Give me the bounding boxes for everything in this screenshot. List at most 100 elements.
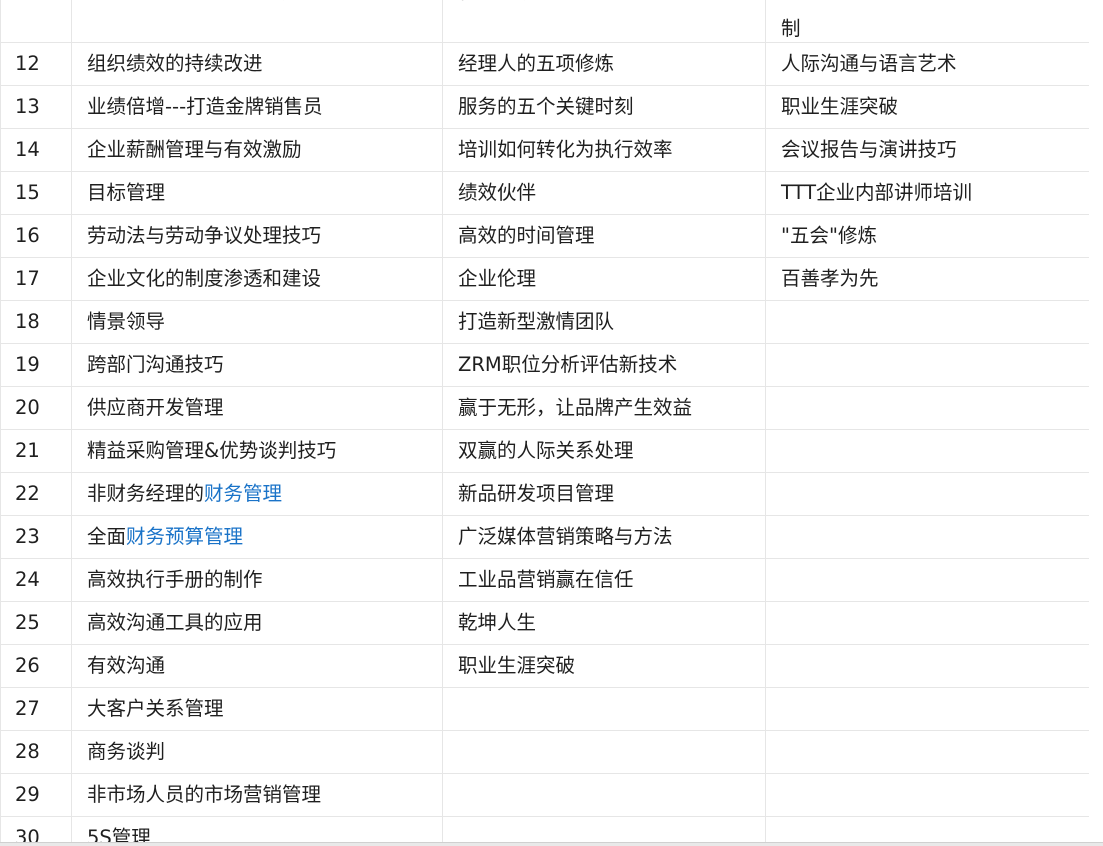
course-cell-col3 (765, 429, 1090, 473)
course-cell-col1: 全面财务预算管理 (71, 515, 443, 559)
course-cell-col2: 打造新型激情团队 (442, 300, 766, 344)
table-row: 12 组织绩效的持续改进 经理人的五项修炼 人际沟通与语言艺术 (0, 42, 1090, 86)
row-number: 13 (0, 85, 72, 129)
table-row: 21 精益采购管理&优势谈判技巧 双赢的人际关系处理 (0, 429, 1090, 473)
table-row: 22 非财务经理的财务管理 新品研发项目管理 (0, 472, 1090, 516)
row-number: 22 (0, 472, 72, 516)
course-cell-col2: 服务的五个关键时刻 (442, 85, 766, 129)
course-cell-col3 (765, 644, 1090, 688)
course-cell-col2: 赢于无形，让品牌产生效益 (442, 386, 766, 430)
table-row: 13 业绩倍增---打造金牌销售员 服务的五个关键时刻 职业生涯突破 (0, 85, 1090, 129)
course-cell-col3 (765, 515, 1090, 559)
row-number: 16 (0, 214, 72, 258)
course-cell-col1-prefix: 全面 (87, 525, 127, 548)
course-cell-col3 (765, 730, 1090, 774)
row-number: 27 (0, 687, 72, 731)
course-cell-col3-text: 制 (781, 17, 801, 40)
table-row: 29 非市场人员的市场营销管理 (0, 773, 1090, 817)
course-cell-col2: 广泛媒体营销策略与方法 (442, 515, 766, 559)
table-row: 18 情景领导 打造新型激情团队 (0, 300, 1090, 344)
course-cell-col1: 非财务经理的财务管理 (71, 472, 443, 516)
row-number: 19 (0, 343, 72, 387)
course-cell-col1: 有效沟通 (71, 644, 443, 688)
course-cell-col1: 高效沟通工具的应用 (71, 601, 443, 645)
table-row: 20 供应商开发管理 赢于无形，让品牌产生效益 (0, 386, 1090, 430)
course-cell-col1: 供应商开发管理 (71, 386, 443, 430)
course-cell-col1: 组织绩效的持续改进 (71, 42, 443, 86)
row-number: 17 (0, 257, 72, 301)
course-cell-col2: 经理人的五项修炼 (442, 42, 766, 86)
course-cell-col3 (765, 472, 1090, 516)
row-number: 18 (0, 300, 72, 344)
table-row: 11 全面绩效管理的九个实用工具 青年是拼搏出来的 制 (0, 0, 1090, 43)
table-row: 16 劳动法与劳动争议处理技巧 高效的时间管理 "五会"修炼 (0, 214, 1090, 258)
course-cell-col1: 商务谈判 (71, 730, 443, 774)
course-cell-col1: 劳动法与劳动争议处理技巧 (71, 214, 443, 258)
course-cell-col2: 高效的时间管理 (442, 214, 766, 258)
course-cell-col3 (765, 386, 1090, 430)
table-row: 15 目标管理 绩效伙伴 TTT企业内部讲师培训 (0, 171, 1090, 215)
table-row: 27 大客户关系管理 (0, 687, 1090, 731)
course-table: 11 全面绩效管理的九个实用工具 青年是拼搏出来的 制 12 组织绩效的持续改进… (0, 0, 1090, 846)
course-cell-col3: 会议报告与演讲技巧 (765, 128, 1090, 172)
course-cell-col1: 高效执行手册的制作 (71, 558, 443, 602)
row-number: 24 (0, 558, 72, 602)
row-number: 26 (0, 644, 72, 688)
course-cell-col3 (765, 558, 1090, 602)
course-cell-col1: 跨部门沟通技巧 (71, 343, 443, 387)
course-cell-col2 (442, 687, 766, 731)
course-table-body: 11 全面绩效管理的九个实用工具 青年是拼搏出来的 制 12 组织绩效的持续改进… (0, 0, 1090, 846)
course-cell-col2: 工业品营销赢在信任 (442, 558, 766, 602)
course-cell-col3 (765, 343, 1090, 387)
course-cell-col2 (442, 773, 766, 817)
course-cell-col3 (765, 601, 1090, 645)
table-row: 17 企业文化的制度渗透和建设 企业伦理 百善孝为先 (0, 257, 1090, 301)
course-cell-col1: 企业文化的制度渗透和建设 (71, 257, 443, 301)
table-row: 24 高效执行手册的制作 工业品营销赢在信任 (0, 558, 1090, 602)
course-cell-col3: TTT企业内部讲师培训 (765, 171, 1090, 215)
course-cell-col2: 培训如何转化为执行效率 (442, 128, 766, 172)
table-row: 14 企业薪酬管理与有效激励 培训如何转化为执行效率 会议报告与演讲技巧 (0, 128, 1090, 172)
course-cell-col2: 职业生涯突破 (442, 644, 766, 688)
course-cell-col1-prefix: 非财务经理的 (87, 482, 205, 505)
course-cell-col3 (765, 773, 1090, 817)
table-row: 19 跨部门沟通技巧 ZRM职位分析评估新技术 (0, 343, 1090, 387)
row-number: 29 (0, 773, 72, 817)
table-row: 23 全面财务预算管理 广泛媒体营销策略与方法 (0, 515, 1090, 559)
page-viewport: 11 全面绩效管理的九个实用工具 青年是拼搏出来的 制 12 组织绩效的持续改进… (0, 0, 1103, 846)
row-number: 28 (0, 730, 72, 774)
right-gutter (1089, 0, 1103, 842)
table-row: 28 商务谈判 (0, 730, 1090, 774)
finance-management-link[interactable]: 财务管理 (204, 482, 282, 505)
course-cell-col3 (765, 300, 1090, 344)
course-cell-col3: 百善孝为先 (765, 257, 1090, 301)
row-number: 11 (0, 0, 72, 43)
row-number: 25 (0, 601, 72, 645)
course-cell-col2 (442, 730, 766, 774)
course-cell-col2: 双赢的人际关系处理 (442, 429, 766, 473)
horizontal-scrollbar[interactable] (0, 842, 1103, 846)
course-cell-col2: 企业伦理 (442, 257, 766, 301)
course-cell-col2: 新品研发项目管理 (442, 472, 766, 516)
course-cell-col2: 绩效伙伴 (442, 171, 766, 215)
row-number: 21 (0, 429, 72, 473)
course-cell-col1: 企业薪酬管理与有效激励 (71, 128, 443, 172)
table-row: 26 有效沟通 职业生涯突破 (0, 644, 1090, 688)
course-cell-col1: 精益采购管理&优势谈判技巧 (71, 429, 443, 473)
course-cell-col1: 非市场人员的市场营销管理 (71, 773, 443, 817)
row-number: 15 (0, 171, 72, 215)
course-cell-col3: "五会"修炼 (765, 214, 1090, 258)
course-cell-col1: 大客户关系管理 (71, 687, 443, 731)
row-number: 20 (0, 386, 72, 430)
course-cell-col2: ZRM职位分析评估新技术 (442, 343, 766, 387)
course-cell-col2: 乾坤人生 (442, 601, 766, 645)
course-cell-col3: 职业生涯突破 (765, 85, 1090, 129)
course-cell-col3: 人际沟通与语言艺术 (765, 42, 1090, 86)
course-cell-col2: 青年是拼搏出来的 (442, 0, 766, 43)
row-number: 12 (0, 42, 72, 86)
course-cell-col3 (765, 687, 1090, 731)
course-cell-col3: 制 (765, 0, 1090, 43)
course-cell-col1: 情景领导 (71, 300, 443, 344)
finance-budget-management-link[interactable]: 财务预算管理 (126, 525, 243, 548)
row-number: 23 (0, 515, 72, 559)
